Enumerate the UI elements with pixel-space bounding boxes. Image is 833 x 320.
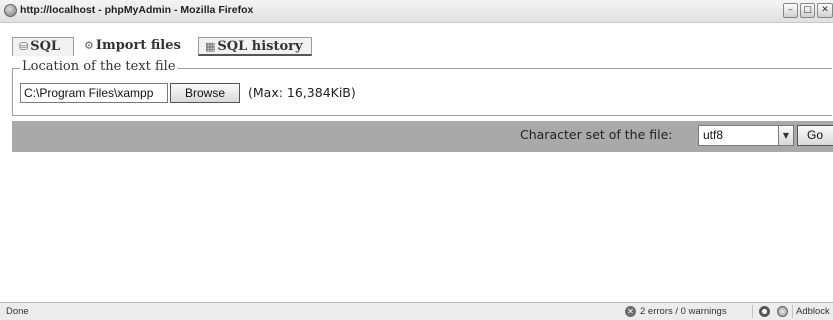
file-path-input[interactable]: C:\Program Files\xampp <box>20 83 168 103</box>
error-icon[interactable]: ✕ <box>625 306 636 317</box>
firefox-icon <box>4 4 17 17</box>
error-count[interactable]: 2 errors / 0 warnings <box>640 306 727 317</box>
tab-bar: ⛁ SQL ⚙ Import files ▦ SQL history <box>0 23 833 59</box>
title-bar: http://localhost - phpMyAdmin - Mozilla … <box>0 0 833 23</box>
tab-sql-label: SQL <box>30 39 61 54</box>
go-button[interactable]: Go <box>797 125 833 146</box>
max-size-label: (Max: 16,384KiB) <box>248 85 356 100</box>
close-button[interactable]: ✕ <box>817 3 833 18</box>
browse-button[interactable]: Browse <box>170 83 240 103</box>
tab-import-files-label: Import files <box>95 38 181 53</box>
status-divider <box>792 305 793 318</box>
minimize-button[interactable]: – <box>783 3 798 18</box>
location-legend: Location of the text file <box>20 59 178 74</box>
tab-sql[interactable]: ⛁ SQL <box>12 37 74 56</box>
addon-gear-icon[interactable] <box>777 306 788 317</box>
adblock-label[interactable]: Adblock <box>796 306 830 317</box>
charset-label: Character set of the file: <box>520 127 673 142</box>
charset-select[interactable]: utf8 <box>698 125 780 146</box>
chevron-down-icon[interactable]: ▼ <box>778 125 794 146</box>
window-title: http://localhost - phpMyAdmin - Mozilla … <box>20 4 254 16</box>
sql-icon: ⛁ <box>19 40 29 53</box>
tab-sql-history[interactable]: ▦ SQL history <box>198 37 312 56</box>
history-icon: ▦ <box>205 40 216 53</box>
addon-ring-icon[interactable] <box>759 306 770 317</box>
tab-sql-history-label: SQL history <box>217 39 303 54</box>
browser-window: http://localhost - phpMyAdmin - Mozilla … <box>0 0 833 320</box>
import-icon: ⚙ <box>84 39 94 52</box>
maximize-button[interactable]: □ <box>800 3 815 18</box>
tab-import-files[interactable]: ⚙ Import files <box>78 37 196 56</box>
status-text: Done <box>6 306 29 317</box>
status-divider <box>752 305 753 318</box>
status-bar: Done ✕ 2 errors / 0 warnings Adblock <box>0 302 833 320</box>
